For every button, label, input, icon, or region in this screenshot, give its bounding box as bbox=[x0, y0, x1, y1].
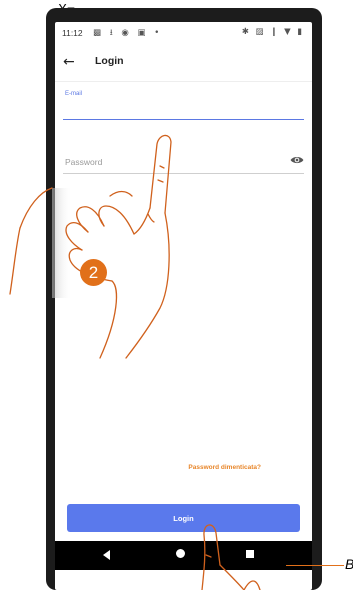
step-number-badge: 2 bbox=[80, 259, 107, 286]
phone-frame: 11:12 ▩ ⭳ ◉ ▣ • ✱ ▨ ❙ ▼ ▮ ← Login E-mail… bbox=[46, 8, 322, 590]
nav-home-icon[interactable] bbox=[176, 549, 185, 558]
nav-back-icon[interactable] bbox=[103, 550, 110, 560]
notification-icons: ▩ ⭳ ◉ ▣ • bbox=[93, 28, 163, 38]
app-bar-divider bbox=[55, 81, 312, 82]
status-time: 11:12 bbox=[62, 28, 83, 38]
nav-recent-icon[interactable] bbox=[246, 550, 254, 558]
email-label: E-mail bbox=[65, 91, 83, 97]
back-arrow-icon[interactable]: ← bbox=[63, 53, 81, 71]
navigation-bar bbox=[55, 541, 312, 570]
phone-screen: 11:12 ▩ ⭳ ◉ ▣ • ✱ ▨ ❙ ▼ ▮ ← Login E-mail… bbox=[55, 22, 312, 590]
status-bar: 11:12 ▩ ⭳ ◉ ▣ • ✱ ▨ ❙ ▼ ▮ bbox=[55, 22, 312, 44]
callout-line bbox=[286, 565, 344, 567]
page-title: Login bbox=[95, 55, 124, 67]
app-bar: ← Login bbox=[55, 44, 312, 82]
password-input[interactable] bbox=[63, 154, 282, 170]
email-underline bbox=[63, 119, 304, 120]
email-input[interactable] bbox=[63, 102, 308, 116]
forgot-password-link[interactable]: Password dimenticata? bbox=[55, 464, 261, 471]
login-button[interactable]: Login bbox=[67, 504, 300, 532]
password-underline bbox=[63, 173, 304, 174]
password-field[interactable] bbox=[63, 146, 304, 180]
email-field[interactable]: E-mail bbox=[63, 88, 308, 126]
eye-icon[interactable] bbox=[290, 154, 304, 166]
callout-letter: B bbox=[345, 556, 353, 572]
system-status-icons: ✱ ▨ ❙ ▼ ▮ bbox=[241, 27, 304, 37]
